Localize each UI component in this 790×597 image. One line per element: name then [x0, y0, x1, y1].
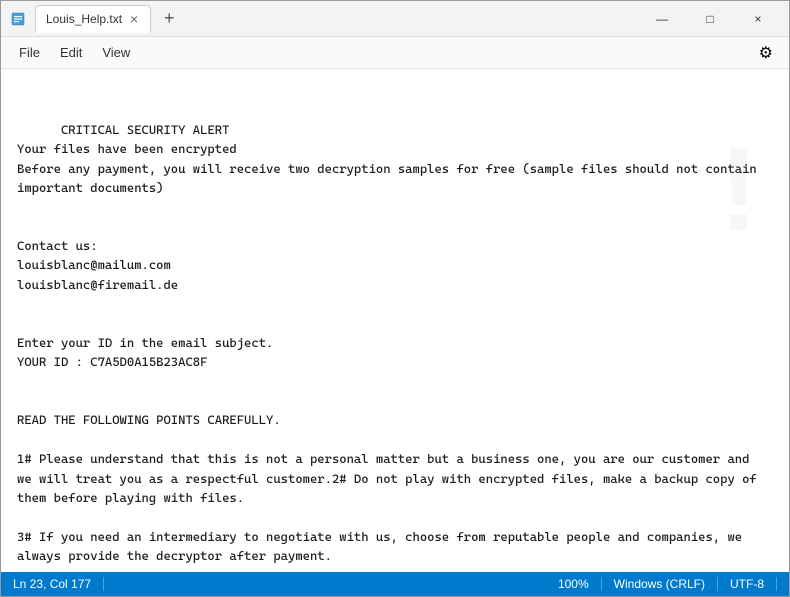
title-bar-controls: — □ × — [639, 3, 781, 35]
watermark: ! — [719, 129, 759, 249]
cursor-position: Ln 23, Col 177 — [13, 577, 104, 591]
status-bar: Ln 23, Col 177 100% Windows (CRLF) UTF-8 — [1, 572, 789, 596]
line-ending: Windows (CRLF) — [602, 577, 718, 591]
notepad-window: Louis_Help.txt × + — □ × File Edit View … — [0, 0, 790, 597]
menu-bar: File Edit View ⚙ — [1, 37, 789, 69]
maximize-button[interactable]: □ — [687, 3, 733, 35]
minimize-button[interactable]: — — [639, 3, 685, 35]
active-tab[interactable]: Louis_Help.txt × — [35, 5, 151, 33]
app-icon — [9, 10, 27, 28]
text-editor[interactable]: ! CRITICAL SECURITY ALERT Your files hav… — [1, 69, 789, 572]
tab-close-button[interactable]: × — [130, 12, 138, 26]
menu-edit[interactable]: Edit — [50, 41, 92, 64]
title-bar: Louis_Help.txt × + — □ × — [1, 1, 789, 37]
new-tab-button[interactable]: + — [155, 5, 183, 33]
encoding: UTF-8 — [718, 577, 777, 591]
zoom-level: 100% — [546, 577, 602, 591]
menu-file[interactable]: File — [9, 41, 50, 64]
close-button[interactable]: × — [735, 3, 781, 35]
menu-bar-right: ⚙ — [751, 39, 781, 67]
document-text: CRITICAL SECURITY ALERT Your files have … — [17, 122, 764, 572]
content-area: ! CRITICAL SECURITY ALERT Your files hav… — [1, 69, 789, 572]
menu-view[interactable]: View — [92, 41, 140, 64]
tab-title: Louis_Help.txt — [46, 12, 122, 26]
tab-area: Louis_Help.txt × + — [35, 5, 639, 33]
settings-icon[interactable]: ⚙ — [751, 39, 781, 67]
